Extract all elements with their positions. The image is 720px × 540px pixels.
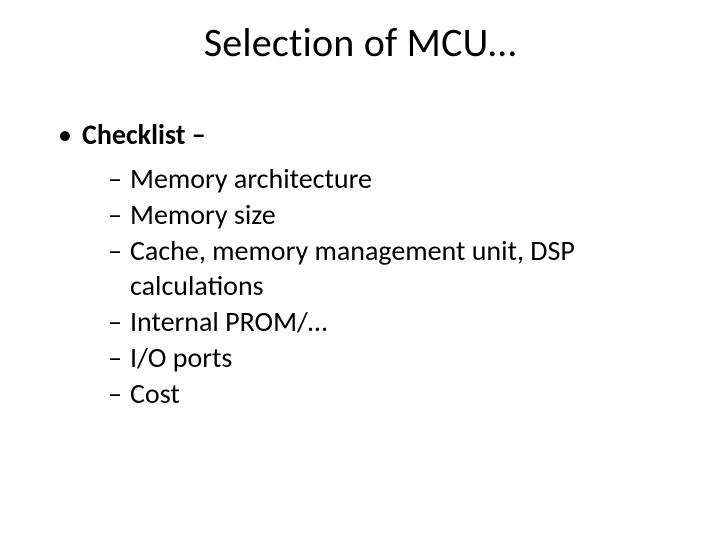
slide: Selection of MCU… Checklist – Memory arc… bbox=[0, 0, 720, 540]
list-item: Internal PROM/… bbox=[108, 305, 666, 339]
list-item: Memory architecture bbox=[108, 162, 666, 196]
checklist-heading: Checklist – bbox=[54, 118, 666, 152]
slide-body: Checklist – Memory architecture Memory s… bbox=[54, 118, 666, 413]
slide-title: Selection of MCU… bbox=[0, 18, 720, 67]
list-item: Memory size bbox=[108, 198, 666, 232]
checklist-items: Memory architecture Memory size Cache, m… bbox=[108, 162, 666, 411]
list-item: I/O ports bbox=[108, 341, 666, 375]
list-item: Cache, memory management unit, DSP calcu… bbox=[108, 234, 666, 302]
list-item: Cost bbox=[108, 377, 666, 411]
